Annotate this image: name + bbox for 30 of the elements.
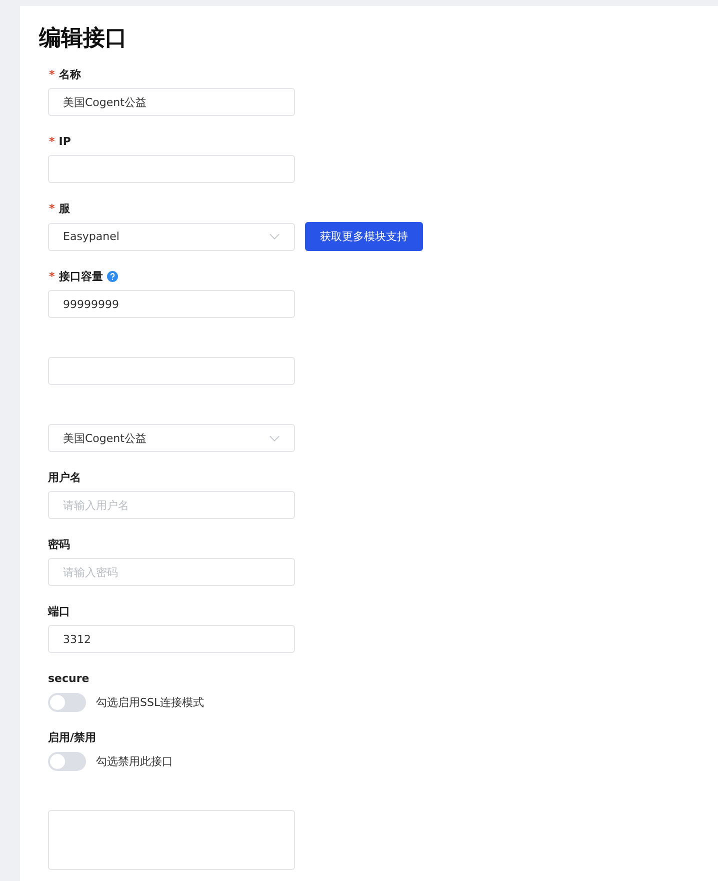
help-icon[interactable] xyxy=(106,270,118,282)
toggle-switch[interactable] xyxy=(48,692,86,712)
text-area[interactable] xyxy=(48,810,295,870)
select-field[interactable]: 美国Cogent公益 xyxy=(48,424,295,452)
field-label: 密码 xyxy=(48,536,70,552)
input-field[interactable]: 99999999 xyxy=(48,290,295,318)
input-field[interactable]: 3312 xyxy=(48,625,295,653)
required-asterisk: * xyxy=(49,134,55,148)
switch-label: 勾选启用SSL连接模式 xyxy=(96,694,204,710)
input-field[interactable]: 美国Cogent公益 xyxy=(48,88,295,116)
required-asterisk: * xyxy=(49,68,55,80)
field-label: 启用/禁用 xyxy=(48,730,96,744)
field-label: 服 xyxy=(58,200,70,216)
select-field[interactable]: Easypanel xyxy=(48,222,295,250)
required-asterisk: * xyxy=(49,270,55,282)
field-label: 端口 xyxy=(48,604,70,618)
chevron-down-icon xyxy=(269,233,280,240)
switch-label: 勾选禁用此接口 xyxy=(96,754,173,768)
toggle-switch[interactable] xyxy=(48,752,86,770)
input-field[interactable] xyxy=(48,357,295,385)
required-asterisk: * xyxy=(49,202,55,214)
chevron-down-icon xyxy=(269,434,280,442)
field-label: 用户名 xyxy=(48,470,81,484)
field-label: IP xyxy=(58,134,71,148)
field-label: 名称 xyxy=(58,66,81,82)
field-label: secure xyxy=(48,672,90,684)
field-label: 接口容量 xyxy=(58,268,103,284)
more-modules-button[interactable]: 获取更多模块支持 xyxy=(305,222,423,251)
input-field[interactable] xyxy=(48,155,295,183)
page-title: 编辑接口 xyxy=(39,26,128,52)
